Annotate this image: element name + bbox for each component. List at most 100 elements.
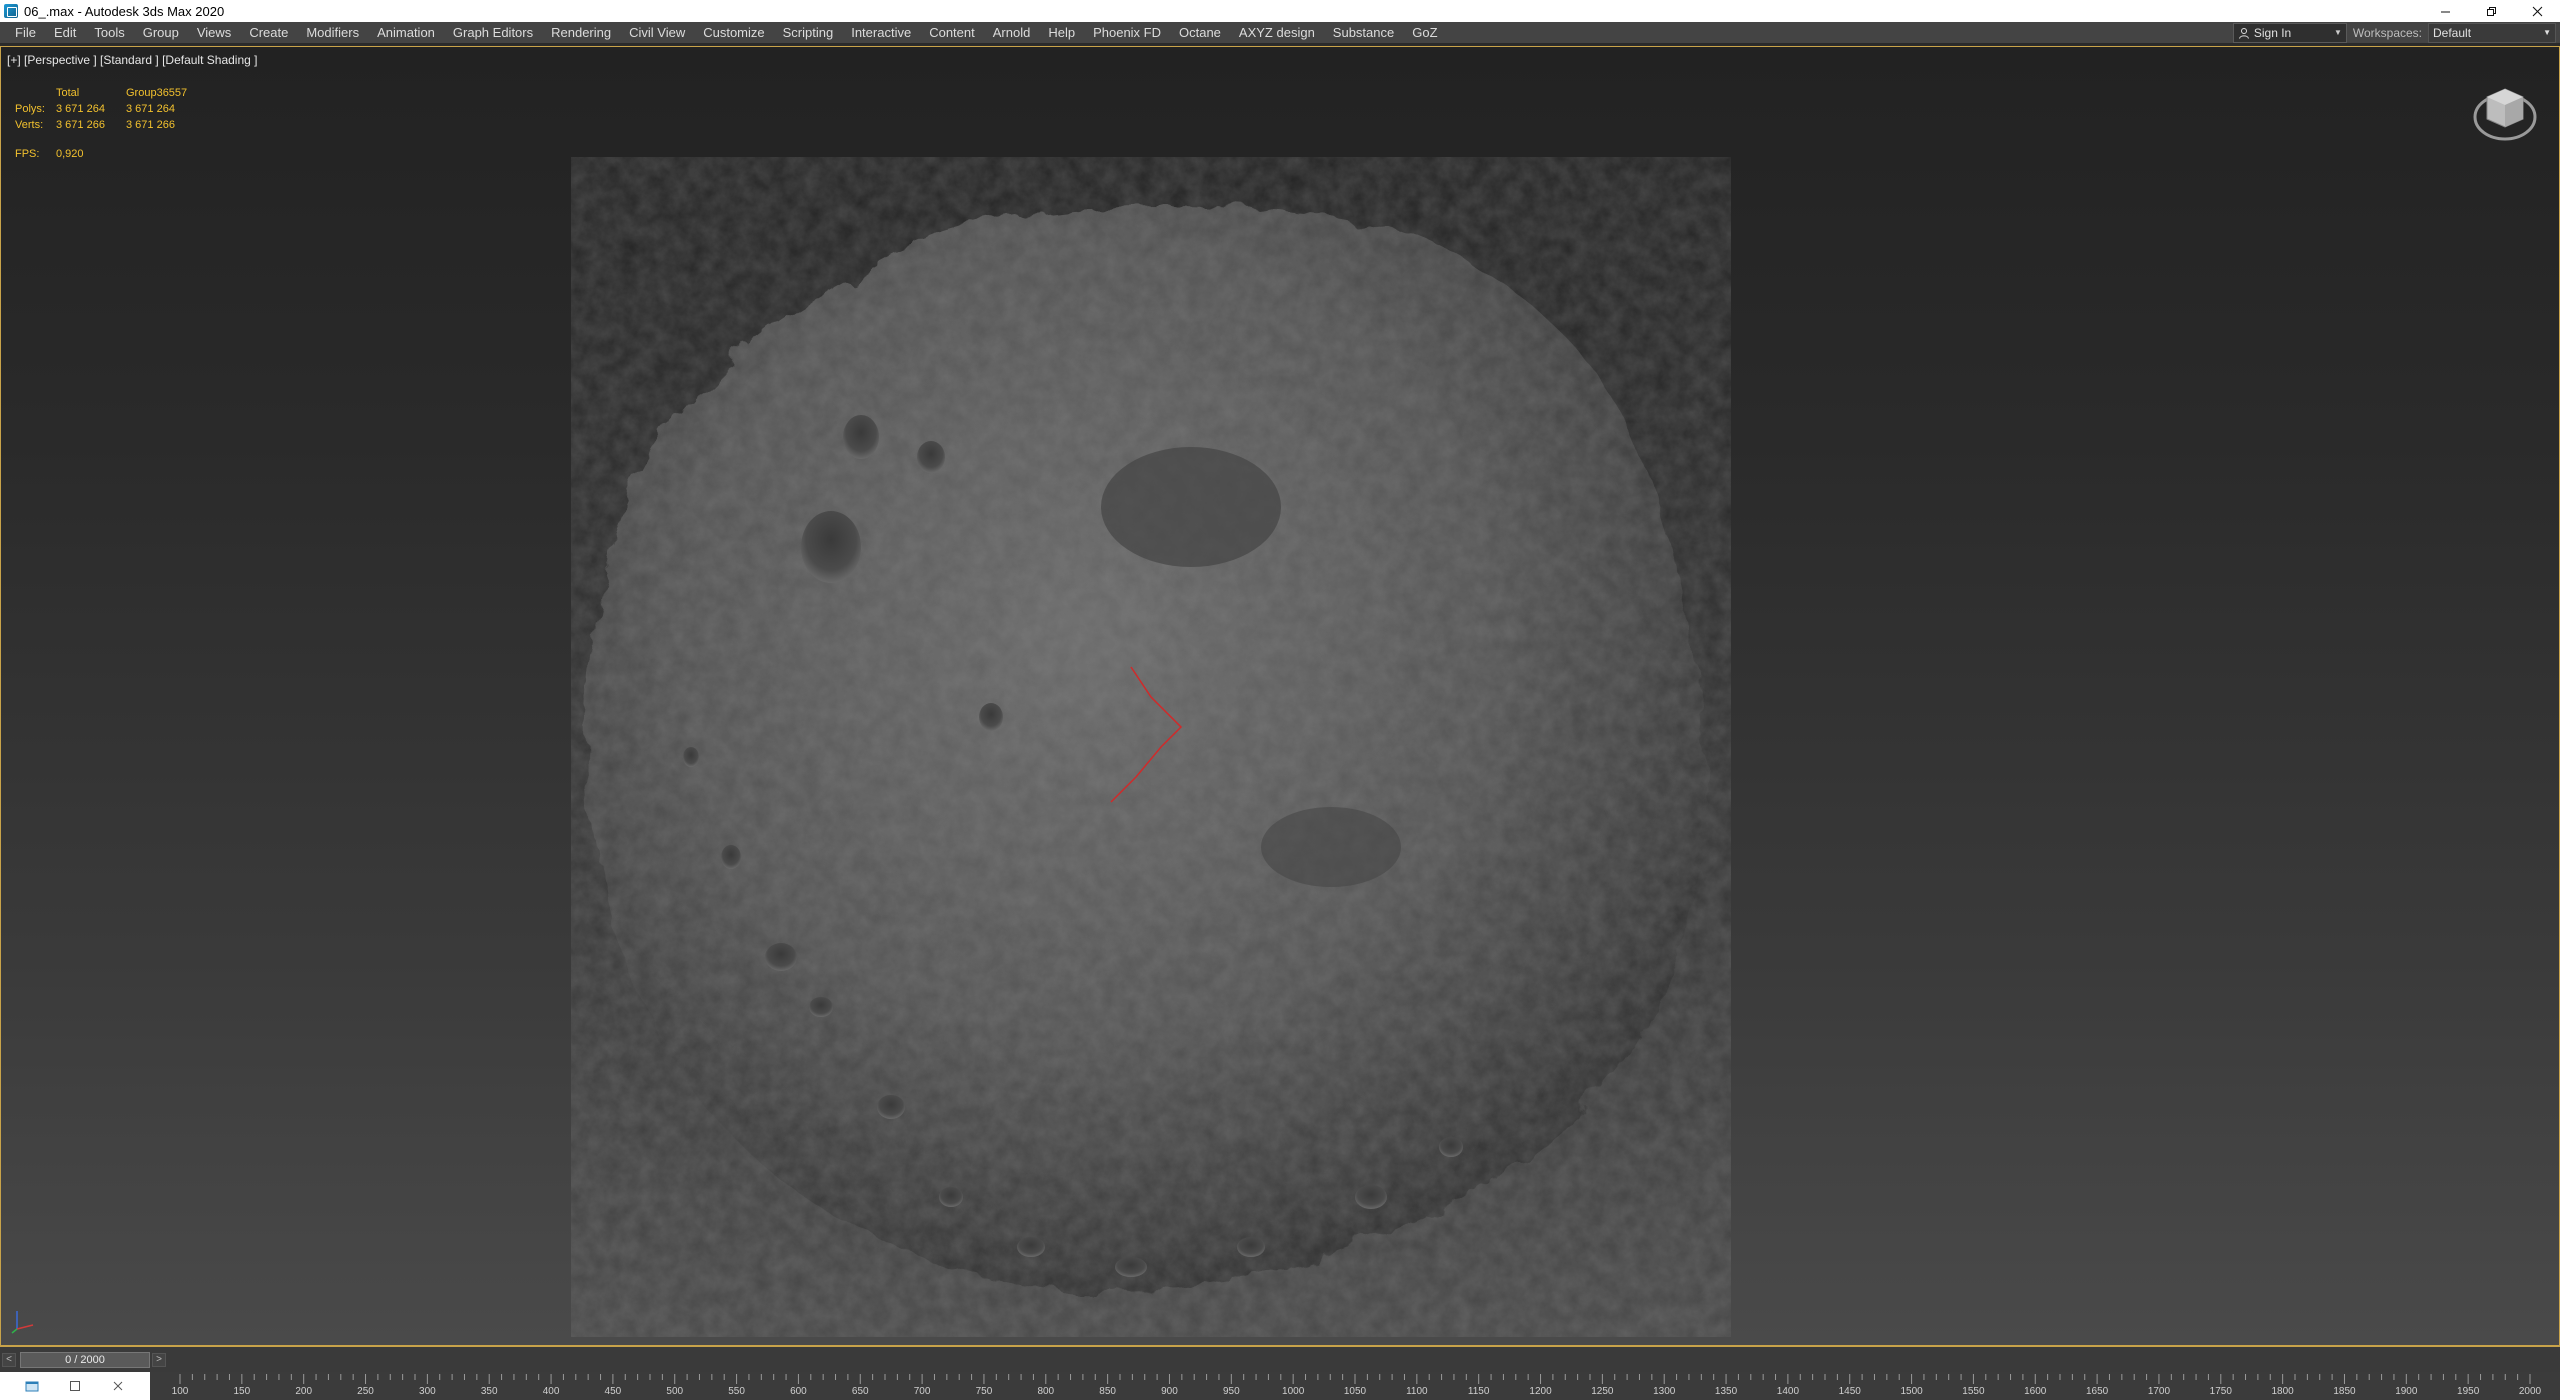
viewport-label[interactable]: [+] [Perspective ] [Standard ] [Default … — [7, 53, 257, 67]
track-bar-tick-label: 1500 — [1900, 1386, 1923, 1397]
track-bar-tick-label: 150 — [233, 1386, 251, 1397]
verts-total: 3 671 266 — [56, 119, 105, 131]
track-bar-tick-label: 1700 — [2147, 1386, 2171, 1397]
bottom-bar: 100 150 200 250 300 350 400 450 500 550 600 650 700 7… — [0, 1372, 2560, 1400]
close-icon[interactable] — [109, 1378, 127, 1394]
menu-file[interactable]: File — [6, 22, 45, 43]
track-bar-tick-label: 1200 — [1529, 1386, 1552, 1397]
track-bar-tick-label: 1150 — [1467, 1386, 1490, 1397]
maximize-icon[interactable] — [66, 1378, 84, 1394]
time-slider: < 0 / 2000 > — [0, 1346, 2560, 1372]
polys-object: 3 671 264 — [126, 103, 175, 115]
track-bar-tick-label: 1450 — [1838, 1386, 1861, 1397]
verts-label: Verts: — [15, 119, 44, 131]
menu-arnold[interactable]: Arnold — [984, 22, 1040, 43]
window-title: 06_.max - Autodesk 3ds Max 2020 — [24, 3, 225, 19]
track-bar-tick-label: 650 — [851, 1386, 869, 1397]
close-icon — [2532, 6, 2542, 16]
track-bar-tick-label: 1750 — [2209, 1386, 2232, 1397]
menu-help[interactable]: Help — [1039, 22, 1084, 43]
menu-axyz-design[interactable]: AXYZ design — [1230, 22, 1324, 43]
viewcube[interactable] — [2471, 79, 2539, 147]
track-bar[interactable]: 100 150 200 250 300 350 400 450 500 550 600 650 700 7… — [150, 1372, 2560, 1400]
track-bar-tick-label: 400 — [542, 1386, 560, 1397]
close-button[interactable] — [2514, 0, 2560, 22]
restore-icon — [2486, 6, 2496, 16]
track-bar-tick-label: 1000 — [1282, 1386, 1305, 1397]
perspective-viewport[interactable]: [+] [Perspective ] [Standard ] [Default … — [0, 46, 2560, 1346]
verts-object: 3 671 266 — [126, 119, 175, 131]
track-bar-tick-label: 500 — [666, 1386, 684, 1397]
asteroid-render — [585, 205, 1704, 1292]
menu-goz[interactable]: GoZ — [1403, 22, 1446, 43]
track-bar-tick-label: 800 — [1037, 1386, 1055, 1397]
track-bar-tick-label: 100 — [171, 1386, 189, 1397]
track-bar-tick-label: 600 — [790, 1386, 807, 1397]
menu-phoenix-fd[interactable]: Phoenix FD — [1084, 22, 1170, 43]
menu-tools[interactable]: Tools — [85, 22, 133, 43]
menu-views[interactable]: Views — [188, 22, 240, 43]
sign-in-dropdown[interactable]: Sign In ▼ — [2232, 22, 2347, 43]
fps-value: 0,920 — [56, 148, 84, 160]
time-slider-handle[interactable]: 0 / 2000 — [20, 1351, 150, 1368]
menu-bar: File Edit Tools Group Views Create Modifiers An… — [0, 22, 2560, 44]
viewcube-icon — [2473, 88, 2537, 141]
stats-header-total: Total — [56, 87, 80, 99]
menu-content[interactable]: Content — [920, 22, 984, 43]
menu-scripting[interactable]: Scripting — [774, 22, 843, 43]
chevron-down-icon: ▼ — [2333, 28, 2342, 37]
track-bar-tick-label: 1850 — [2333, 1386, 2356, 1397]
track-bar-tick-label: 1400 — [1776, 1386, 1800, 1397]
time-slider-track[interactable] — [168, 1352, 2560, 1368]
minimize-button[interactable] — [2422, 0, 2468, 22]
track-bar-tick-label: 2000 — [2518, 1386, 2542, 1397]
stats-header-object: Group36557 — [126, 87, 188, 99]
workspaces-selector: Workspaces: Default ▼ — [2352, 22, 2556, 43]
menu-edit[interactable]: Edit — [45, 22, 85, 43]
maxscript-mini-listener — [0, 1372, 150, 1400]
track-bar-tick-label: 450 — [604, 1386, 622, 1397]
user-icon — [2238, 27, 2250, 39]
track-bar-tick-label: 1900 — [2395, 1386, 2418, 1397]
asteroid-mesh[interactable] — [571, 157, 1731, 1337]
minimize-icon — [2440, 11, 2450, 12]
polys-label: Polys: — [15, 103, 45, 115]
track-bar-tick-label: 1050 — [1343, 1386, 1367, 1397]
track-bar-tick-label: 1100 — [1406, 1386, 1428, 1397]
track-bar-tick-label: 700 — [913, 1386, 931, 1397]
restore-button[interactable] — [2468, 0, 2514, 22]
menu-octane[interactable]: Octane — [1170, 22, 1230, 43]
time-slider-prev-button[interactable]: < — [2, 1352, 16, 1367]
menu-civil-view[interactable]: Civil View — [620, 22, 694, 43]
sign-in-label: Sign In — [2253, 25, 2292, 40]
track-bar-tick-label: 550 — [728, 1386, 745, 1397]
workspaces-value: Default — [2433, 25, 2472, 40]
menu-animation[interactable]: Animation — [368, 22, 444, 43]
track-bar-tick-label: 1300 — [1653, 1386, 1676, 1397]
script-listener-icon[interactable] — [23, 1378, 41, 1394]
track-bar-tick-label: 250 — [357, 1386, 374, 1397]
track-bar-tick-label: 750 — [975, 1386, 993, 1397]
app-logo-icon — [4, 4, 18, 18]
workspaces-dropdown[interactable]: Default ▼ — [2428, 22, 2556, 43]
workspaces-label: Workspaces: — [2352, 25, 2422, 40]
track-bar-tick-label: 1550 — [1962, 1386, 1985, 1397]
menu-substance[interactable]: Substance — [1324, 22, 1403, 43]
menu-items: File Edit Tools Group Views Create Modifiers An… — [0, 22, 2233, 43]
track-bar-tick-label: 850 — [1099, 1386, 1116, 1397]
track-bar-tick-label: 1650 — [2085, 1386, 2109, 1397]
track-bar-tick-label: 200 — [295, 1386, 313, 1397]
menu-graph-editors[interactable]: Graph Editors — [444, 22, 542, 43]
menu-customize[interactable]: Customize — [694, 22, 773, 43]
fps-readout: FPS: 0,920 — [15, 148, 84, 160]
menu-modifiers[interactable]: Modifiers — [297, 22, 368, 43]
menu-create[interactable]: Create — [240, 22, 297, 43]
menu-interactive[interactable]: Interactive — [842, 22, 920, 43]
time-slider-next-button[interactable]: > — [152, 1352, 166, 1367]
menu-group[interactable]: Group — [134, 22, 188, 43]
polys-total: 3 671 264 — [56, 103, 105, 115]
stats-spacer — [15, 85, 56, 101]
track-bar-tick-label: 1800 — [2271, 1386, 2294, 1397]
track-bar-tick-label: 1350 — [1714, 1386, 1738, 1397]
menu-rendering[interactable]: Rendering — [542, 22, 620, 43]
